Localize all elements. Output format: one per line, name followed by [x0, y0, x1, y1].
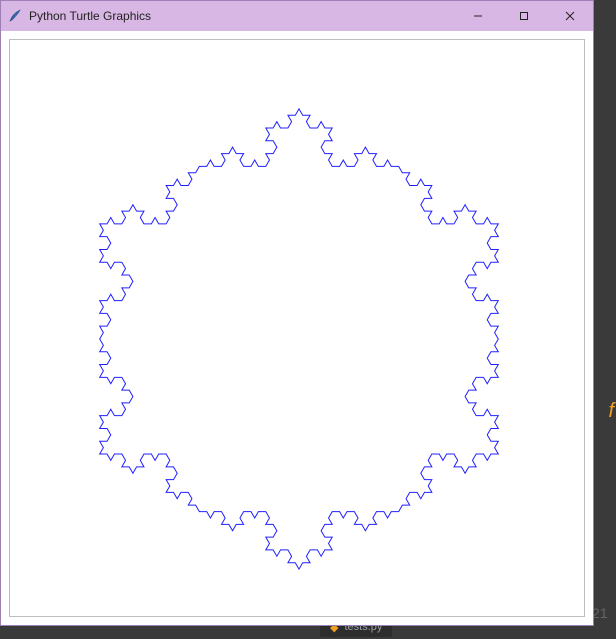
turtle-canvas-frame — [9, 39, 585, 617]
koch-snowflake-path — [100, 109, 499, 569]
app-window: Python Turtle Graphics — [0, 0, 594, 626]
python-turtle-feather-icon — [7, 8, 23, 24]
turtle-canvas — [10, 40, 584, 616]
maximize-button[interactable] — [501, 1, 547, 31]
close-button[interactable] — [547, 1, 593, 31]
koch-snowflake-drawing — [10, 40, 584, 616]
minimize-button[interactable] — [455, 1, 501, 31]
background-side-glyph: f — [608, 400, 614, 423]
titlebar[interactable]: Python Turtle Graphics — [1, 1, 593, 31]
window-title: Python Turtle Graphics — [29, 9, 151, 23]
